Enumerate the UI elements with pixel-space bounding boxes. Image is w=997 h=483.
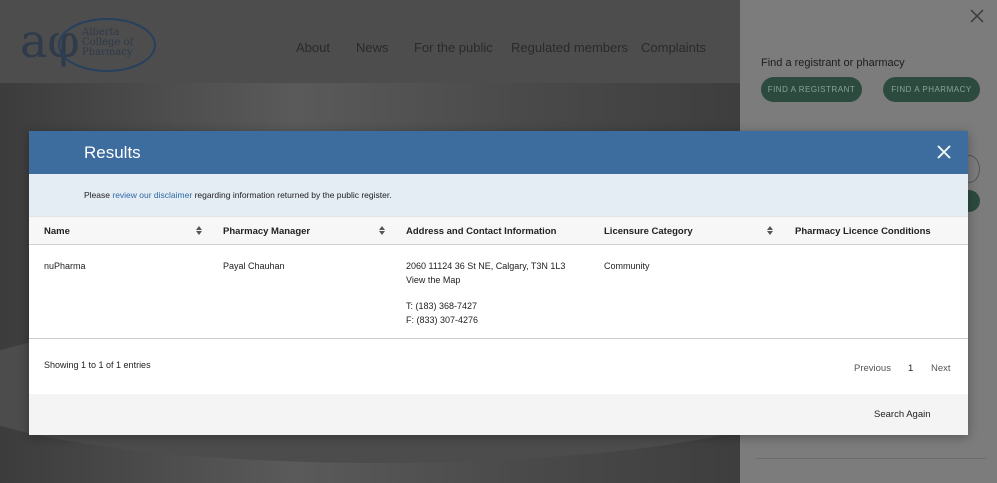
results-modal: Results Please review our disclaimer reg… [29, 131, 968, 435]
disclaimer-text: Please review our disclaimer regarding i… [84, 190, 392, 200]
column-header-pharmacy-manager[interactable]: Pharmacy Manager [223, 226, 310, 237]
phone-number: T: (183) 368-7427 [406, 301, 478, 311]
pagination-page-1[interactable]: 1 [908, 363, 913, 374]
modal-footer: Search Again [29, 394, 968, 435]
modal-title: Results [84, 143, 141, 162]
cell-address: 2060 11124 36 St NE, Calgary, T3N 1L3 Vi… [406, 260, 565, 327]
fax-number: F: (833) 307-4276 [406, 314, 479, 325]
site-header: aφ Alberta College of Pharmacy About New… [0, 0, 740, 83]
disclaimer-notice: Please review our disclaimer regarding i… [29, 174, 968, 216]
search-again-button[interactable]: Search Again [874, 409, 931, 420]
column-header-licence-conditions: Pharmacy Licence Conditions [795, 226, 931, 237]
side-panel-close-icon[interactable] [970, 9, 984, 23]
cell-name: nuPharma [44, 261, 86, 271]
column-header-address: Address and Contact Information [406, 226, 557, 237]
nav-about[interactable]: About [296, 40, 330, 55]
nav-for-the-public[interactable]: For the public [414, 40, 493, 55]
find-pharmacy-button[interactable]: FIND A PHARMACY [883, 77, 980, 102]
find-registrant-button[interactable]: FIND A REGISTRANT [761, 77, 862, 102]
cell-manager: Payal Chauhan [223, 261, 285, 271]
side-panel-title: Find a registrant or pharmacy [761, 57, 905, 69]
side-panel-divider [756, 458, 986, 459]
college-logo[interactable]: aφ Alberta College of Pharmacy [20, 16, 160, 74]
pagination-next[interactable]: Next [931, 363, 951, 374]
nav-regulated-members[interactable]: Regulated members [511, 40, 628, 55]
nav-news[interactable]: News [356, 40, 389, 55]
column-header-licensure-category[interactable]: Licensure Category [604, 226, 693, 237]
sort-manager-icon[interactable] [379, 226, 385, 236]
table-row: nuPharma Payal Chauhan 2060 11124 36 St … [29, 245, 968, 339]
address-line: 2060 11124 36 St NE, Calgary, T3N 1L3 [406, 261, 566, 271]
sort-name-icon[interactable] [196, 226, 202, 236]
column-header-name[interactable]: Name [44, 226, 70, 237]
modal-header: Results [29, 131, 968, 174]
results-table-header: Name Pharmacy Manager Address and Contac… [29, 216, 968, 245]
cell-category: Community [604, 261, 650, 271]
logo-text: Alberta College of Pharmacy [82, 27, 134, 58]
modal-close-icon[interactable] [936, 144, 952, 160]
disclaimer-link[interactable]: review our disclaimer [112, 190, 192, 200]
pagination-previous[interactable]: Previous [854, 363, 891, 374]
view-map-link[interactable]: View the Map [406, 274, 565, 288]
sort-category-icon[interactable] [767, 226, 773, 236]
entries-info: Showing 1 to 1 of 1 entries [44, 360, 151, 370]
nav-complaints[interactable]: Complaints [641, 40, 706, 55]
